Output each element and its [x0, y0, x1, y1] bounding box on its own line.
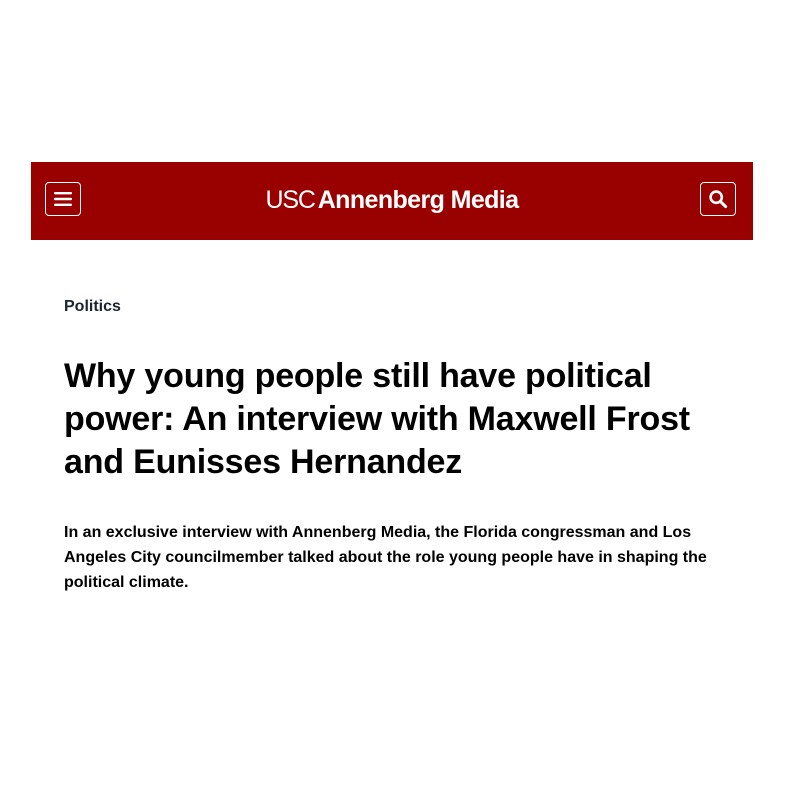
- article: Politics Why young people still have pol…: [64, 296, 724, 595]
- article-headline: Why young people still have political po…: [64, 357, 690, 481]
- site-header: USC Annenberg Media: [31, 162, 753, 240]
- article-dek: In an exclusive interview with Annenberg…: [64, 524, 707, 591]
- logo-prefix: USC: [265, 186, 316, 214]
- category-link[interactable]: Politics: [64, 296, 121, 318]
- search-button[interactable]: [700, 182, 736, 216]
- search-icon: [709, 190, 728, 209]
- site-logo[interactable]: USC Annenberg Media: [31, 183, 753, 217]
- logo-name: Annenberg Media: [317, 186, 519, 214]
